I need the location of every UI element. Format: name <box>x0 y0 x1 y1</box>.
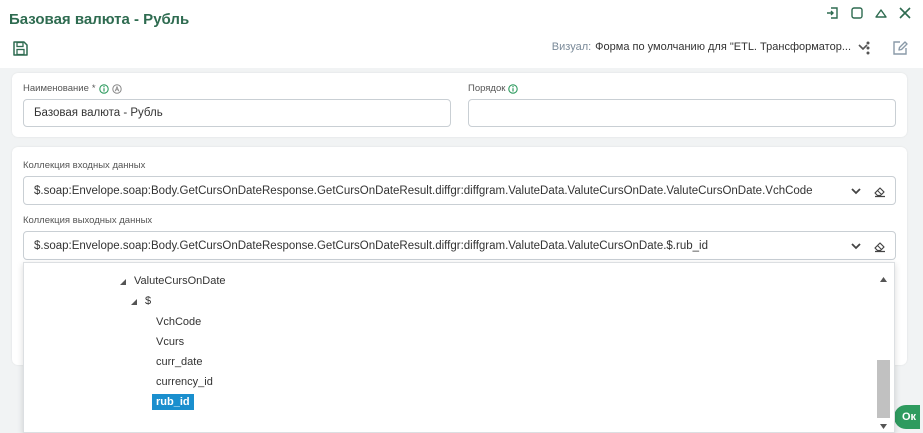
scroll-up-icon[interactable] <box>879 271 888 282</box>
output-collection-field[interactable]: $.soap:Envelope.soap:Body.GetCursOnDateR… <box>23 231 896 260</box>
tree-node-label: VchCode <box>156 316 202 328</box>
visual-label: Визуал: <box>551 41 592 53</box>
input-collection-value: $.soap:Envelope.soap:Body.GetCursOnDateR… <box>34 184 813 197</box>
visual-selector[interactable]: Визуал: Форма по умолчанию для "ETL. Тра… <box>552 41 869 53</box>
required-mark: * <box>91 83 96 94</box>
tree-node-label: Vcurs <box>156 336 185 348</box>
tree-node-label-selected: rub_id <box>152 394 194 410</box>
form-header: Базовая валюта - Рубль Визуал: Форма по … <box>0 0 923 68</box>
scroll-track[interactable] <box>877 283 890 418</box>
translate-icon[interactable] <box>111 83 122 94</box>
eraser-icon[interactable] <box>873 184 887 198</box>
chevron-down-icon[interactable] <box>849 184 863 198</box>
tree-dropdown: ValuteCursOnDate $ VchCode Vcurs curr_da… <box>23 262 895 433</box>
order-input[interactable] <box>468 99 896 127</box>
tree-node-label: curr_date <box>156 356 203 368</box>
order-label-text: Порядок <box>468 83 506 94</box>
exit-icon[interactable] <box>825 5 841 21</box>
output-collection-label: Коллекция выходных данных <box>23 215 153 226</box>
tree-leaf-currency-id[interactable]: currency_id <box>156 376 213 388</box>
eraser-icon[interactable] <box>873 239 887 253</box>
scroll-thumb[interactable] <box>877 360 890 418</box>
tree-node-label: currency_id <box>156 376 213 388</box>
collapse-icon[interactable] <box>873 5 889 21</box>
input-collection-field[interactable]: $.soap:Envelope.soap:Body.GetCursOnDateR… <box>23 176 896 205</box>
maximize-icon[interactable] <box>849 5 865 21</box>
ok-button[interactable]: Ок <box>894 405 920 429</box>
tree-scrollbar[interactable] <box>877 269 890 429</box>
window-controls <box>825 5 913 21</box>
tree-leaf-rub-id[interactable]: rub_id <box>152 394 194 410</box>
tree-node-dollar[interactable]: $ <box>130 295 151 307</box>
tree-node-label: ValuteCursOnDate <box>134 275 226 287</box>
name-input[interactable]: Базовая валюта - Рубль <box>23 99 451 127</box>
name-label-text: Наименование <box>23 83 89 94</box>
expand-triangle-icon[interactable] <box>130 297 138 305</box>
tree-node-valutecursondate[interactable]: ValuteCursOnDate <box>119 275 226 287</box>
tree-node-label: $ <box>145 295 152 307</box>
close-icon[interactable] <box>897 5 913 21</box>
chevron-down-icon[interactable] <box>849 239 863 253</box>
output-collection-value: $.soap:Envelope.soap:Body.GetCursOnDateR… <box>34 239 708 252</box>
tree-leaf-curr-date[interactable]: curr_date <box>156 356 202 368</box>
info-icon[interactable] <box>508 83 519 94</box>
save-icon[interactable] <box>12 40 29 57</box>
tree-leaf-vchcode[interactable]: VchCode <box>156 316 201 328</box>
edit-icon[interactable] <box>891 39 909 57</box>
scroll-down-icon[interactable] <box>879 418 888 429</box>
input-collection-label: Коллекция входных данных <box>23 160 146 171</box>
info-icon[interactable] <box>98 83 109 94</box>
name-field-label: Наименование * <box>23 83 122 94</box>
more-options-icon[interactable] <box>865 40 871 56</box>
visual-value: Форма по умолчанию для "ETL. Трансформат… <box>595 41 851 53</box>
name-input-value: Базовая валюта - Рубль <box>34 107 163 119</box>
order-field-label: Порядок <box>468 83 519 94</box>
expand-triangle-icon[interactable] <box>119 277 127 285</box>
window-title: Базовая валюта - Рубль <box>9 11 190 28</box>
general-card: Наименование * Базовая валюта - Рубль Пор… <box>12 73 907 137</box>
tree-leaf-vcurs[interactable]: Vcurs <box>156 336 184 348</box>
